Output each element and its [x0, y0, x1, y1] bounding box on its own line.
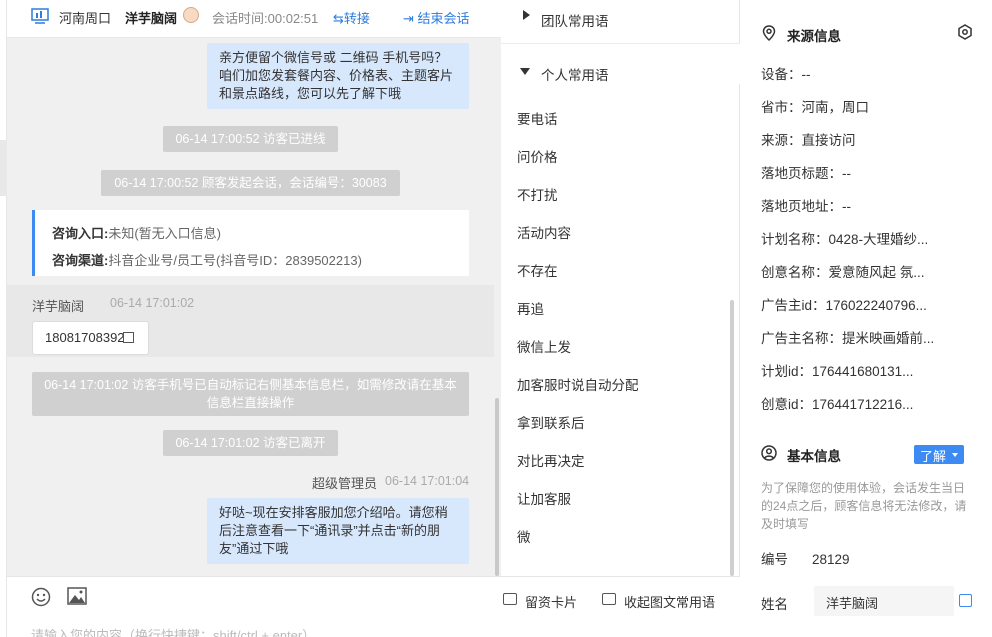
image-icon[interactable] — [67, 587, 87, 605]
end-session-button[interactable]: ⇥ 结束会话 — [403, 8, 470, 27]
phrase-item[interactable]: 微信上发 — [517, 336, 571, 356]
message-list: 亲方便留个微信号或 二维码 手机号吗？咱们加您发套餐内容、价格表、主题客片和景点… — [7, 38, 501, 576]
phrases-panel: 团队常用语 个人常用语 要电话 问价格 不打扰 活动内容 不存在 再追 微信上发… — [501, 0, 740, 637]
source-row-plan-id: 计划id：176441680131... — [761, 364, 914, 379]
left-gutter — [0, 0, 7, 637]
source-row-creative-name: 创意名称：爱意随风起 氛... — [761, 265, 925, 280]
phrase-item[interactable]: 要电话 — [517, 108, 558, 128]
visitor-message-bubble: 18081708392 — [32, 321, 149, 355]
visitor-name: 洋芋脑阔 — [125, 11, 178, 26]
transfer-button[interactable]: ⇆转接 — [333, 8, 370, 27]
card-icon — [503, 593, 517, 605]
source-row-device: 设备：-- — [761, 67, 811, 82]
source-row-creative-id: 创意id：176441712216... — [761, 397, 914, 412]
message-input[interactable]: 请输入您的内容（换行快捷键：shift/ctrl + enter） — [31, 625, 315, 637]
session-time: 会话时间:00:02:51 — [212, 11, 319, 26]
phrase-item[interactable]: 问价格 — [517, 146, 558, 166]
location-pin-icon — [762, 25, 776, 41]
personal-phrases-label: 个人常用语 — [541, 68, 609, 83]
source-row-landing-url: 落地页地址：-- — [761, 199, 851, 214]
monitor-icon — [31, 8, 49, 24]
phrase-item[interactable]: 拿到联系后 — [517, 412, 585, 432]
chat-panel: 河南周口 洋芋脑阔 会话时间:00:02:51 ⇆转接 ⇥ 结束会话 亲方便留个… — [7, 0, 501, 637]
message-sender-name: 洋芋脑阔 — [32, 299, 85, 314]
system-message: 06-14 17:00:52 访客已进线 — [163, 126, 338, 152]
system-message: 06-14 17:01:02 访客已离开 — [163, 430, 338, 456]
customer-id-row: 编号 28129 — [761, 552, 850, 567]
chevron-down-icon — [952, 453, 958, 457]
phrases-toolbar: 留资卡片 收起图文常用语 — [501, 576, 740, 637]
source-row-plan-name: 计划名称：0428-大理婚纱... — [761, 232, 929, 247]
emoji-icon[interactable] — [31, 587, 51, 607]
source-row-source: 来源：直接访问 — [761, 133, 856, 148]
customer-name-label: 姓名 — [761, 597, 788, 612]
user-icon — [761, 445, 777, 461]
personal-phrases-toggle[interactable]: 个人常用语 — [501, 44, 740, 84]
edit-notice: 为了保障您的使用体验，会话发生当日的24点之后，顾客信息将无法修改，请及时填写 — [761, 481, 967, 531]
source-row-advertiser-id: 广告主id：176022240796... — [761, 298, 927, 313]
lead-card-button[interactable]: 留资卡片 — [525, 592, 577, 611]
caret-down-icon — [520, 68, 530, 75]
gutter-marker — [0, 140, 7, 196]
visitor-info-panel: 来源信息 设备：-- 省市：河南，周口 来源：直接访问 落地页标题：-- 落地页… — [741, 0, 992, 637]
source-row-advertiser-name: 广告主名称：提米映画婚前... — [761, 331, 935, 346]
collapse-phrases-button[interactable]: 收起图文常用语 — [624, 592, 715, 611]
phrase-item[interactable]: 不存在 — [517, 260, 558, 280]
settings-icon[interactable] — [957, 24, 973, 40]
collapse-icon — [602, 593, 616, 605]
phrase-item[interactable]: 对比再决定 — [517, 450, 585, 470]
consult-info-card: 咨询入口:未知(暂无入口信息) 咨询渠道:抖音企业号/员工号(抖音号ID：283… — [32, 210, 469, 276]
learn-more-button[interactable]: 了解 — [914, 445, 964, 464]
phrase-item[interactable]: 微 — [517, 526, 531, 546]
customer-name-field[interactable]: 洋芋脑阔 — [814, 586, 954, 616]
message-sender-name: 超级管理员 — [312, 476, 378, 491]
phrase-item[interactable]: 再追 — [517, 298, 544, 318]
system-message: 06-14 17:01:02 访客手机号已自动标记右侧基本信息栏，如需修改请在基… — [32, 372, 469, 416]
phrase-item[interactable]: 活动内容 — [517, 222, 571, 242]
copy-icon[interactable] — [123, 332, 134, 343]
chat-header: 河南周口 洋芋脑阔 会话时间:00:02:51 ⇆转接 ⇥ 结束会话 — [7, 0, 501, 38]
message-timestamp: 06-14 17:01:02 — [110, 296, 195, 310]
input-area[interactable]: 请输入您的内容（换行快捷键：shift/ctrl + enter） — [7, 576, 501, 637]
source-row-landing-title: 落地页标题：-- — [761, 166, 851, 181]
phrase-item[interactable]: 不打扰 — [517, 184, 558, 204]
phone-number: 18081708392 — [45, 330, 125, 345]
phrase-item[interactable]: 让加客服 — [517, 488, 571, 508]
team-phrases-toggle[interactable]: 团队常用语 — [501, 0, 740, 44]
copy-icon[interactable] — [959, 594, 972, 607]
agent-message-bubble: 好哒~现在安排客服加您介绍哈。请您稍后注意查看一下“通讯录”并点击“新的朋友”通… — [207, 498, 469, 564]
avatar — [183, 7, 199, 23]
system-message: 06-14 17:00:52 顾客发起会话，会话编号：30083 — [101, 170, 400, 196]
message-timestamp: 06-14 17:01:04 — [385, 474, 470, 488]
team-phrases-label: 团队常用语 — [541, 14, 609, 29]
caret-right-icon — [523, 10, 530, 20]
agent-message-bubble: 亲方便留个微信号或 二维码 手机号吗？咱们加您发套餐内容、价格表、主题客片和景点… — [207, 43, 469, 109]
chat-scrollbar[interactable] — [495, 398, 499, 576]
phrases-scrollbar[interactable] — [730, 300, 734, 576]
visitor-location: 河南周口 — [59, 11, 112, 26]
phrase-item[interactable]: 加客服时说自动分配 — [517, 374, 639, 394]
source-row-region: 省市：河南，周口 — [761, 100, 869, 115]
